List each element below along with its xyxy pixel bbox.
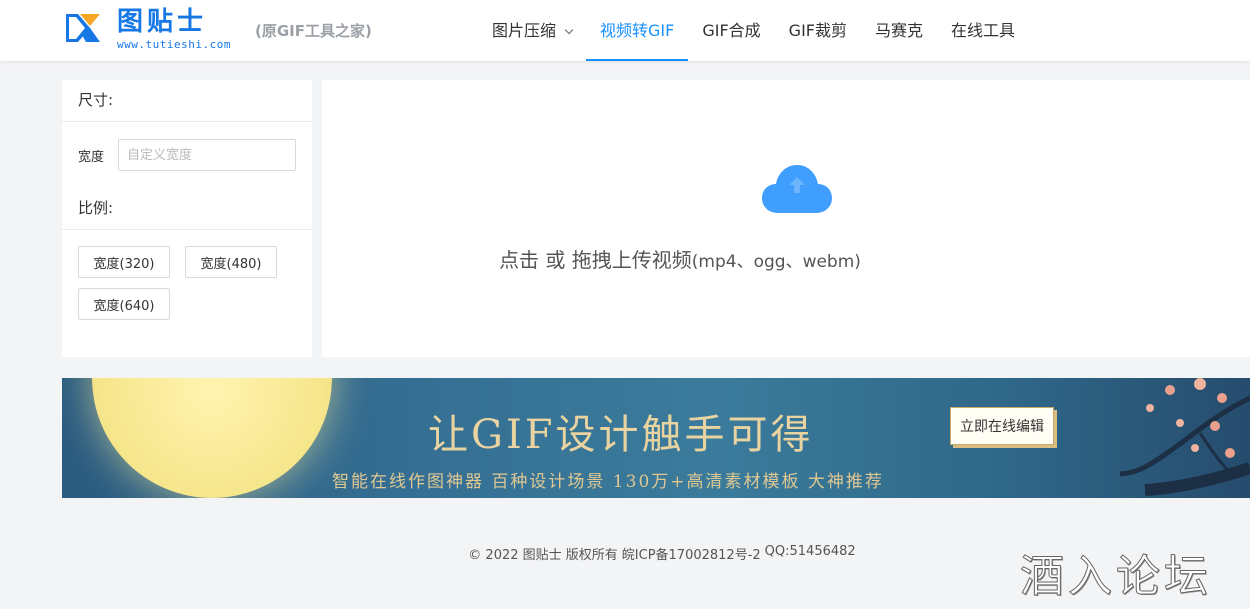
upload-text-main: 点击 或 拖拽上传视频 — [499, 248, 692, 272]
site-header: 图贴士 www.tutieshi.com (原GIF工具之家) 图片压缩 视频转… — [0, 0, 1250, 61]
logo-name: 图贴士 — [117, 7, 208, 37]
nav-item-online-tools[interactable]: 在线工具 — [937, 0, 1029, 61]
settings-panel: 尺寸: 宽度 比例: 宽度(320) 宽度(480) 宽度(640) — [62, 80, 312, 357]
banner-title: 让GIF设计触手可得 — [428, 412, 814, 458]
ratio-button-480[interactable]: 宽度(480) — [185, 246, 277, 278]
nav-item-gif-crop[interactable]: GIF裁剪 — [775, 0, 861, 61]
logo-icon — [66, 14, 100, 42]
site-logo[interactable]: 图贴士 www.tutieshi.com — [64, 8, 231, 51]
banner-edit-button[interactable]: 立即在线编辑 — [950, 407, 1054, 445]
ratio-button-320[interactable]: 宽度(320) — [78, 246, 170, 278]
watermark: 酒入论坛 — [1020, 551, 1212, 603]
ratio-button-640[interactable]: 宽度(640) — [78, 288, 170, 320]
nav-label: 图片压缩 — [492, 21, 557, 40]
nav-label: 在线工具 — [951, 21, 1016, 40]
chevron-down-icon — [564, 25, 574, 35]
footer-icp[interactable]: 皖ICP备17002812号-2 — [622, 544, 761, 563]
main-nav: 图片压缩 视频转GIF GIF合成 GIF裁剪 马赛克 在线工具 — [478, 0, 1029, 61]
size-section-title: 尺寸: — [62, 80, 312, 122]
logo-text: 图贴士 www.tutieshi.com — [117, 8, 231, 51]
nav-item-mosaic[interactable]: 马赛克 — [861, 0, 937, 61]
blossom-branch-graphic — [1119, 378, 1250, 496]
site-tagline: (原GIF工具之家) — [255, 22, 372, 40]
upload-formats: (mp4、ogg、webm) — [691, 252, 861, 272]
logo-url: www.tutieshi.com — [117, 38, 231, 51]
upload-instruction: 点击 或 拖拽上传视频(mp4、ogg、webm) — [322, 244, 1038, 273]
nav-label: 马赛克 — [875, 21, 924, 40]
upload-dropzone[interactable]: 点击 或 拖拽上传视频(mp4、ogg、webm) — [322, 80, 1250, 357]
ratio-options: 宽度(320) 宽度(480) 宽度(640) — [62, 230, 312, 330]
cloud-upload-icon — [762, 165, 832, 213]
promo-banner[interactable]: 让GIF设计触手可得 智能在线作图神器 百种设计场景 130万+高清素材模板 大… — [62, 378, 1250, 498]
width-label: 宽度 — [78, 149, 105, 165]
nav-label: GIF合成 — [702, 21, 761, 40]
footer-qq: QQ:51456482 — [764, 544, 856, 559]
nav-label: 视频转GIF — [600, 21, 675, 40]
nav-item-gif-compose[interactable]: GIF合成 — [688, 0, 774, 61]
nav-item-image-compress[interactable]: 图片压缩 — [478, 0, 586, 61]
nav-item-video-to-gif[interactable]: 视频转GIF — [586, 0, 689, 61]
width-input[interactable] — [118, 139, 296, 171]
nav-label: GIF裁剪 — [788, 21, 847, 40]
banner-subtitle: 智能在线作图神器 百种设计场景 130万+高清素材模板 大神推荐 — [332, 472, 884, 492]
width-field-row: 宽度 — [62, 122, 312, 171]
footer-copyright: © 2022 图贴士 版权所有 — [468, 548, 618, 563]
ratio-section-title: 比例: — [62, 188, 312, 230]
moon-graphic — [92, 378, 332, 498]
